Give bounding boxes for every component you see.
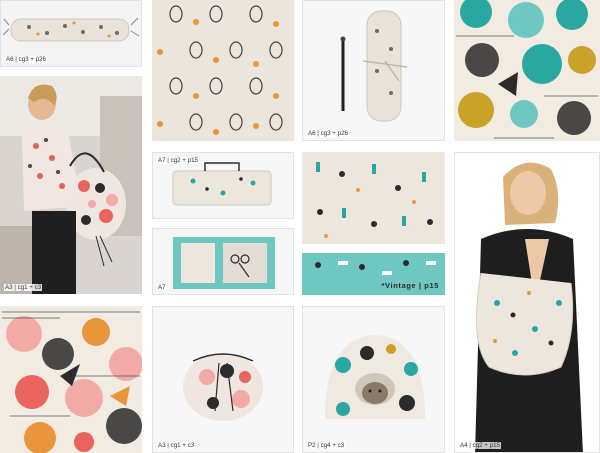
fabric-tile-llama[interactable]	[152, 0, 294, 141]
a3-drawstring-bag-image	[153, 307, 293, 452]
fabric-tile-vintage-cream[interactable]	[302, 152, 445, 244]
tile-caption: A3 | cg1 + c3	[157, 442, 196, 449]
product-tile-a7-case-open[interactable]: A7	[152, 228, 294, 295]
tile-caption: A3 | cg1 + c3	[4, 284, 43, 291]
woman-backpack-photo	[0, 76, 142, 294]
a7-case-open-image	[153, 229, 293, 294]
fabric-tile-circles-pink[interactable]	[0, 306, 142, 453]
product-tile-p2-pet-cave[interactable]: P2 | cg4 + c3	[302, 306, 445, 453]
product-tile-a7-case[interactable]: A7 | cg2 + p15	[152, 152, 294, 219]
tile-caption: A7 | cg2 + p15	[157, 157, 199, 164]
product-tile-a3-drawstring[interactable]: A3 | cg1 + c3	[152, 306, 294, 453]
tile-caption: A7	[157, 284, 167, 291]
llama-pattern	[152, 0, 294, 141]
woman-shoulder-bag-photo	[455, 153, 599, 452]
product-tile-a6-roll[interactable]: A6 | cg3 + p26	[0, 0, 142, 67]
fabric-tile-circles-teal[interactable]	[454, 0, 600, 141]
p2-pet-cave-image	[303, 307, 444, 452]
product-tile-a6-roll-hook[interactable]: A6 | cg3 + p26	[302, 0, 445, 141]
fabric-label: *Vintage | p15	[381, 281, 439, 290]
fabric-tile-vintage-teal[interactable]: *Vintage | p15	[302, 253, 445, 295]
tile-caption: A4 | cg2 + p15	[459, 442, 501, 449]
a6-roll-hook-image	[303, 1, 444, 140]
tile-caption: P2 | cg4 + c3	[307, 442, 346, 449]
tile-caption: A6 | cg3 + p26	[5, 56, 47, 63]
product-tile-woman-shoulder-bag[interactable]: A4 | cg2 + p15	[454, 152, 600, 453]
product-tile-woman-backpack[interactable]: A3 | cg1 + c3	[0, 76, 142, 294]
vintage-cream-pattern	[302, 152, 445, 244]
circles-teal-pattern	[454, 0, 600, 141]
circles-pink-pattern	[0, 306, 142, 453]
tile-caption: A6 | cg3 + p26	[307, 130, 349, 137]
